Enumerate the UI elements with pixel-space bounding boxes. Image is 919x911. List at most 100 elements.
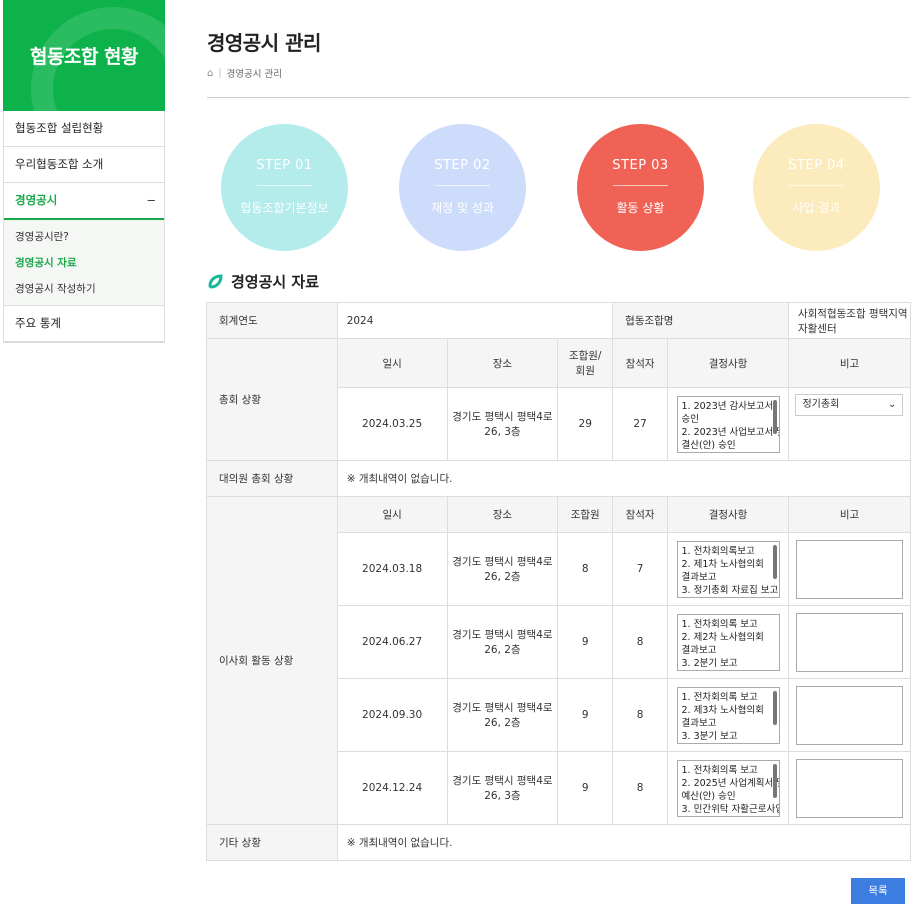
step-2[interactable]: STEP 02 재정 및 성과 — [399, 124, 526, 251]
submenu-item-write[interactable]: 경영공시 작성하기 — [4, 276, 164, 302]
date-cell: 2024.03.25 — [336, 387, 448, 461]
scrollbar-thumb[interactable] — [772, 763, 777, 798]
step-4[interactable]: STEP 04 사업 결과 — [753, 124, 880, 251]
decision-line: 1. 전차회의록 보고 — [681, 764, 758, 776]
decision-line: 2. 제1차 노사협의회 — [681, 558, 764, 570]
column-header: 일시 — [336, 496, 448, 533]
decisions-cell: 1. 전차회의록보고 2. 제1차 노사협의회 결과보고 3. 정기총회 자료집… — [667, 532, 789, 606]
sidebar-item-label: 주요 통계 — [15, 316, 61, 330]
scrollbar-thumb[interactable] — [772, 399, 777, 434]
members-cell: 8 — [557, 532, 614, 606]
step-divider — [257, 185, 312, 186]
decision-line: 3. 3분기 보고 — [681, 730, 738, 742]
chevron-down-icon: ⌄ — [888, 399, 897, 410]
attendees-cell: 27 — [612, 387, 669, 461]
table-header-row: 총회 상황 일시 장소 조합원/ 회원 참석자 결정사항 비고 — [206, 338, 912, 461]
decision-line: 1. 2023년 감사보고서 — [681, 400, 774, 412]
note-textarea[interactable] — [795, 758, 903, 818]
column-header: 장소 — [446, 496, 559, 533]
place-cell: 경기도 평택시 평택4로 26, 2층 — [446, 532, 559, 606]
decision-line: 결과보고 — [681, 571, 717, 583]
note-cell — [787, 532, 912, 606]
note-cell — [787, 678, 912, 752]
decision-line: 1. 전차회의록 보고 — [681, 618, 758, 630]
decision-line: 1. 전차회의록 보고 — [681, 691, 758, 703]
decision-line: 결산(안) 승인 — [681, 439, 736, 451]
decision-line: 결과보고 — [681, 644, 717, 656]
collapse-icon[interactable]: − — [146, 183, 156, 218]
note-textarea[interactable] — [795, 685, 903, 745]
attendees-cell: 8 — [612, 678, 669, 752]
coop-label: 협동조합명 — [612, 302, 789, 339]
decision-line: 3. 2분기 보고 — [681, 657, 738, 669]
select-value: 정기총회 — [802, 399, 840, 410]
breadcrumb: ⌂ | 경영공시 관리 — [207, 66, 283, 81]
note-textarea[interactable] — [795, 539, 903, 599]
place-cell: 경기도 평택시 평택4로 26, 2층 — [446, 678, 559, 752]
step-1[interactable]: STEP 01 협동조합기본정보 — [221, 124, 348, 251]
home-icon[interactable]: ⌂ — [207, 68, 213, 79]
sidebar-item-disclosure[interactable]: 경영공시 − — [4, 183, 164, 220]
note-textarea[interactable] — [795, 612, 903, 672]
sidebar-item-statistics[interactable]: 주요 통계 — [4, 306, 164, 342]
decision-line: 예산(안) 승인 — [681, 790, 736, 802]
decision-line: 3. 민간위탁 자활근로사업 — [681, 803, 780, 815]
date-cell: 2024.06.27 — [336, 605, 448, 679]
decisions-textarea[interactable]: 1. 전차회의록보고 2. 제1차 노사협의회 결과보고 3. 정기총회 자료집… — [676, 540, 780, 598]
note-cell — [787, 751, 912, 825]
list-button[interactable]: 목록 — [851, 878, 905, 904]
step-label: 활동 상황 — [616, 201, 665, 215]
date-cell: 2024.09.30 — [336, 678, 448, 752]
table-header-row: 이사회 활동 상황 일시 장소 조합원 참석자 결정사항 비고 — [206, 496, 912, 825]
other-label: 기타 상황 — [206, 824, 338, 861]
decisions-textarea[interactable]: 1. 2023년 감사보고서 승인 2. 2023년 사업보고서 및 결산(안)… — [676, 395, 780, 453]
decisions-cell: 1. 전차회의록 보고 2. 2025년 사업계획서 및 예산(안) 승인 3.… — [667, 751, 789, 825]
meeting-type-select[interactable]: 정기총회 ⌄ — [795, 394, 904, 416]
decisions-textarea[interactable]: 1. 전차회의록 보고 2. 제3차 노사협의회 결과보고 3. 3분기 보고 — [676, 686, 780, 744]
header-divider — [207, 97, 910, 98]
decision-line: 2. 제2차 노사협의회 — [681, 631, 764, 643]
column-header: 장소 — [446, 338, 559, 388]
step-number: STEP 01 — [256, 158, 313, 173]
sidebar-item-label: 우리협동조합 소개 — [15, 157, 104, 171]
column-header: 참석자 — [612, 496, 669, 533]
column-header: 참석자 — [612, 338, 669, 388]
members-cell: 9 — [557, 751, 614, 825]
decision-line: 2. 제3차 노사협의회 — [681, 704, 764, 716]
submenu-item-data[interactable]: 경영공시 자료 — [4, 250, 164, 276]
general-meeting-label: 총회 상황 — [206, 338, 338, 461]
place-cell: 경기도 평택시 평택4로 26, 3층 — [446, 751, 559, 825]
step-number: STEP 03 — [612, 158, 669, 173]
step-3[interactable]: STEP 03 활동 상황 — [577, 124, 704, 251]
step-number: STEP 02 — [434, 158, 491, 173]
scrollbar-thumb[interactable] — [772, 690, 777, 725]
scrollbar-thumb[interactable] — [772, 544, 777, 579]
decision-line: 승인 — [681, 413, 699, 425]
table-row: 회계연도 2024 협동조합명 사회적협동조합 평택지역자활센터 — [206, 302, 912, 339]
members-cell: 9 — [557, 678, 614, 752]
attendees-cell: 8 — [612, 751, 669, 825]
members-cell: 29 — [557, 387, 614, 461]
sidebar-item-establishment[interactable]: 협동조합 설립현황 — [4, 111, 164, 147]
year-label: 회계연도 — [206, 302, 338, 339]
column-header: 일시 — [336, 338, 448, 388]
step-divider — [435, 185, 490, 186]
decisions-textarea[interactable]: 1. 전차회의록 보고 2. 2025년 사업계획서 및 예산(안) 승인 3.… — [676, 759, 780, 817]
step-label: 재정 및 성과 — [431, 201, 494, 215]
decisions-cell: 1. 전차회의록 보고 2. 제3차 노사협의회 결과보고 3. 3분기 보고 — [667, 678, 789, 752]
decisions-cell: 1. 2023년 감사보고서 승인 2. 2023년 사업보고서 및 결산(안)… — [667, 387, 789, 461]
column-header: 조합원/ 회원 — [557, 338, 614, 388]
breadcrumb-current: 경영공시 관리 — [226, 69, 283, 80]
year-value: 2024 — [336, 302, 614, 339]
note-cell — [787, 605, 912, 679]
column-header: 조합원 — [557, 496, 614, 533]
column-header: 비고 — [787, 496, 912, 533]
breadcrumb-separator: | — [218, 67, 222, 79]
place-cell: 경기도 평택시 평택4로 26, 2층 — [446, 605, 559, 679]
sidebar-menu: 협동조합 설립현황 우리협동조합 소개 경영공시 − 경영공시란? 경영공시 자… — [3, 111, 165, 343]
submenu-item-about[interactable]: 경영공시란? — [4, 224, 164, 250]
delegate-meeting-label: 대의원 총회 상황 — [206, 460, 338, 497]
section-title: 경영공시 자료 — [207, 271, 319, 292]
sidebar-item-introduction[interactable]: 우리협동조합 소개 — [4, 147, 164, 183]
decisions-textarea[interactable]: 1. 전차회의록 보고 2. 제2차 노사협의회 결과보고 3. 2분기 보고 — [676, 613, 780, 671]
